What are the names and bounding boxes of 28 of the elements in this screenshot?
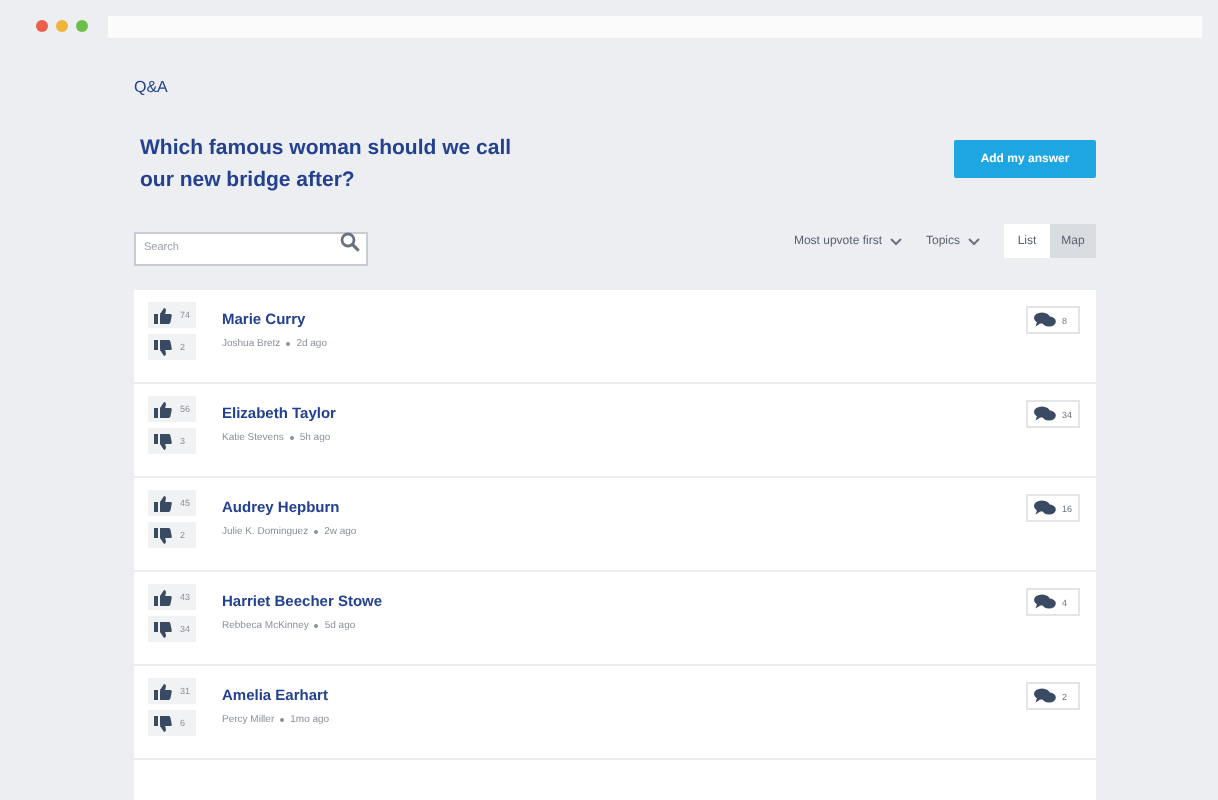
separator-dot-icon bbox=[314, 624, 319, 628]
maximize-window-dot[interactable] bbox=[76, 20, 88, 32]
speech-bubbles-icon bbox=[1034, 312, 1056, 328]
thumbs-up-icon bbox=[154, 495, 172, 511]
thumbs-up-icon bbox=[154, 401, 172, 417]
speech-bubbles-icon bbox=[1034, 406, 1056, 422]
thumbs-down-icon bbox=[154, 433, 172, 449]
search-icon bbox=[340, 231, 360, 251]
section-title: Q&A bbox=[134, 78, 170, 96]
separator-dot-icon bbox=[286, 342, 291, 346]
minimize-window-dot[interactable] bbox=[56, 20, 68, 32]
thumbs-down-icon bbox=[154, 527, 172, 543]
separator-dot-icon bbox=[314, 530, 319, 534]
chevron-down-icon bbox=[968, 237, 980, 245]
close-window-dot[interactable] bbox=[36, 20, 48, 32]
thumbs-up-icon bbox=[154, 589, 172, 605]
speech-bubbles-icon bbox=[1034, 594, 1056, 610]
thumbs-down-icon bbox=[154, 715, 172, 731]
thumbs-up-icon bbox=[154, 683, 172, 699]
thumbs-down-icon bbox=[154, 339, 172, 355]
speech-bubbles-icon bbox=[1034, 500, 1056, 516]
chevron-down-icon bbox=[889, 237, 902, 245]
speech-bubbles-icon bbox=[1034, 688, 1056, 704]
question-heading: Which famous woman should we call our new bridge after? bbox=[138, 134, 514, 196]
thumbs-down-icon bbox=[154, 621, 172, 637]
separator-dot-icon bbox=[280, 718, 285, 722]
separator-dot-icon bbox=[289, 436, 294, 440]
thumbs-up-icon bbox=[154, 307, 172, 323]
